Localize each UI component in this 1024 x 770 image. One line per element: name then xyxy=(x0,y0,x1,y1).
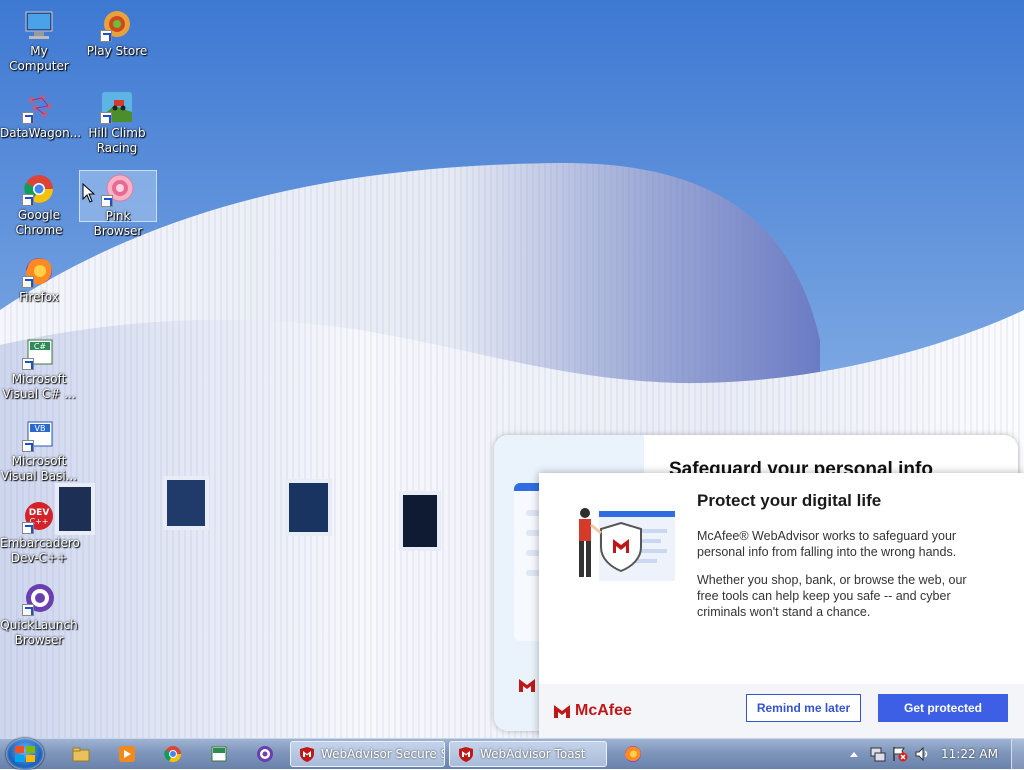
shortcut-arrow-icon xyxy=(22,604,34,616)
datawagon-icon xyxy=(22,90,56,124)
toast-paragraph: Whether you shop, bank, or browse the we… xyxy=(697,573,967,619)
desktop-icon-label: Google Chrome xyxy=(15,208,63,237)
webadvisor-toast: Protect your digital life McAfee® WebAdv… xyxy=(539,473,1024,738)
task-label: WebAdvisor Secure S... xyxy=(321,747,444,761)
start-button[interactable] xyxy=(6,738,44,770)
mcafee-logo-icon xyxy=(554,705,570,718)
visual-basic-icon: VB xyxy=(22,418,56,452)
desktop-icon-label: Microsoft Visual Basi... xyxy=(0,454,78,483)
security-shield-illustration-icon xyxy=(579,508,675,581)
shortcut-arrow-icon xyxy=(22,194,34,206)
system-tray: 11:22 AM xyxy=(844,739,1024,769)
action-center-warning-icon[interactable] xyxy=(892,746,908,762)
mcafee-shield-icon xyxy=(459,747,473,762)
dev-cpp-icon: DEV C++ xyxy=(22,500,56,534)
desktop-icon-label: Embarcadero Dev-C++ xyxy=(0,536,80,565)
media-player-icon[interactable] xyxy=(117,744,137,764)
desktop-icon-label: Firefox xyxy=(19,290,59,304)
firefox-icon xyxy=(22,254,56,288)
visual-csharp-icon: C# xyxy=(22,336,56,370)
desktop-icon-google-chrome[interactable]: Google Chrome xyxy=(0,172,78,238)
desktop-icon-hill-climb-racing[interactable]: Hill Climb Racing xyxy=(78,90,156,156)
shortcut-arrow-icon xyxy=(22,440,34,452)
windows-logo-icon xyxy=(15,746,35,762)
toast-title: Protect your digital life xyxy=(697,491,882,510)
shortcut-arrow-icon xyxy=(22,276,34,288)
play-store-icon xyxy=(100,8,134,42)
desktop-icon-datawagon[interactable]: DataWagon... xyxy=(0,90,82,141)
desktop-icon-label: Pink Browser xyxy=(93,209,143,238)
desktop-icon-label: Hill Climb Racing xyxy=(88,126,146,155)
svg-text:VB: VB xyxy=(35,424,46,433)
shortcut-arrow-icon xyxy=(100,30,112,42)
hill-climb-racing-icon xyxy=(100,90,134,124)
quicklaunch-browser-icon xyxy=(22,582,56,616)
mouse-cursor-icon xyxy=(82,183,96,203)
desktop-icon-play-store[interactable]: Play Store xyxy=(78,8,156,59)
desktop-icon-label: QuickLaunch Browser xyxy=(0,618,78,647)
get-protected-button[interactable]: Get protected xyxy=(878,694,1008,722)
desktop-icon-quicklaunch-browser[interactable]: QuickLaunch Browser xyxy=(0,582,78,648)
taskbar: WebAdvisor Secure S... WebAdvisor Toast … xyxy=(0,738,1024,770)
show-desktop-button[interactable] xyxy=(1011,739,1024,769)
desktop-icon-label: My Computer xyxy=(9,44,69,73)
taskbar-task-webadvisor-secure[interactable]: WebAdvisor Secure S... xyxy=(290,741,445,767)
pink-browser-icon xyxy=(101,173,135,207)
svg-text:C#: C# xyxy=(34,342,47,351)
desktop-icon-visual-basic[interactable]: VB Microsoft Visual Basi... xyxy=(0,418,78,484)
shortcut-arrow-icon xyxy=(22,522,34,534)
shortcut-arrow-icon xyxy=(22,112,34,124)
desktop-icon-label: DataWagon... xyxy=(0,126,82,140)
network-icon[interactable] xyxy=(870,746,886,762)
explorer-folder-icon[interactable] xyxy=(71,744,91,764)
desktop-icon-firefox[interactable]: Firefox xyxy=(0,254,78,305)
desktop-icon-label: Microsoft Visual C# ... xyxy=(2,372,76,401)
toast-paragraph: McAfee® WebAdvisor works to safeguard yo… xyxy=(697,529,957,559)
mcafee-shield-icon xyxy=(300,747,314,762)
chrome-icon xyxy=(22,172,56,206)
shortcut-arrow-icon xyxy=(22,358,34,370)
shortcut-arrow-icon xyxy=(101,195,113,207)
visual-csharp-taskbar-icon[interactable] xyxy=(209,744,229,764)
task-label: WebAdvisor Toast xyxy=(480,747,586,761)
mcafee-logo-icon xyxy=(518,677,536,697)
quicklaunch-taskbar-icon[interactable] xyxy=(255,744,275,764)
shortcut-arrow-icon xyxy=(100,112,112,124)
computer-icon xyxy=(22,8,56,42)
desktop-icon-my-computer[interactable]: My Computer xyxy=(0,8,78,74)
desktop-icon-dev-cpp[interactable]: DEV C++ Embarcadero Dev-C++ xyxy=(0,500,80,566)
chrome-taskbar-icon[interactable] xyxy=(163,744,183,764)
mcafee-brand: McAfee xyxy=(553,702,632,720)
desktop-icon-label: Play Store xyxy=(86,44,148,58)
toast-footer: McAfee Remind me later Get protected xyxy=(539,684,1024,738)
taskbar-task-webadvisor-toast[interactable]: WebAdvisor Toast xyxy=(449,741,607,767)
remind-me-later-button[interactable]: Remind me later xyxy=(746,694,861,722)
brand-name: McAfee xyxy=(575,702,632,719)
show-hidden-icons-icon[interactable] xyxy=(849,750,859,758)
taskbar-clock[interactable]: 11:22 AM xyxy=(941,747,998,761)
volume-icon[interactable] xyxy=(914,746,930,762)
desktop-icon-visual-csharp[interactable]: C# Microsoft Visual C# ... xyxy=(0,336,78,402)
firefox-taskbar-icon[interactable] xyxy=(623,744,643,764)
